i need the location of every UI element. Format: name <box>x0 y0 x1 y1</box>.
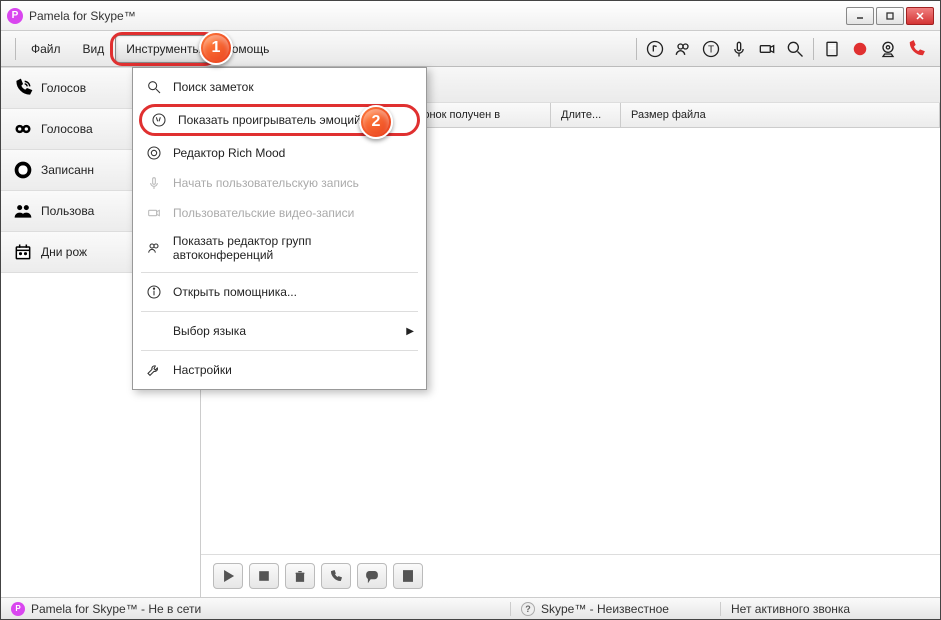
wrench-icon <box>145 361 163 379</box>
callout-badge-1: 1 <box>199 31 233 65</box>
app-status-icon: P <box>11 602 25 616</box>
note-button[interactable] <box>393 563 423 589</box>
maximize-button[interactable] <box>876 7 904 25</box>
menu-view[interactable]: Вид <box>72 35 116 63</box>
menu-label: Поиск заметок <box>173 80 254 94</box>
play-button[interactable] <box>213 563 243 589</box>
titlebar: P Pamela for Skype™ <box>1 1 940 31</box>
group-icon <box>145 239 163 257</box>
menu-user-video-records: Пользовательские видео-записи <box>133 198 426 228</box>
menu-label: Показать редактор групп автоконференций <box>173 234 414 262</box>
app-icon: P <box>7 8 23 24</box>
menubar: Файл Вид Инструменты Помощь T <box>1 31 940 67</box>
search-icon <box>145 78 163 96</box>
menu-label: Редактор Rich Mood <box>173 146 285 160</box>
info-icon <box>145 283 163 301</box>
menu-search-notes[interactable]: Поиск заметок <box>133 72 426 102</box>
minimize-button[interactable] <box>846 7 874 25</box>
window-title: Pamela for Skype™ <box>29 9 846 23</box>
delete-button[interactable] <box>285 563 315 589</box>
col-file-size[interactable]: Размер файла <box>621 103 940 127</box>
menu-label: Пользовательские видео-записи <box>173 206 354 220</box>
call-status-text: Нет активного звонка <box>731 602 850 616</box>
sidebar-label: Дни рож <box>41 245 87 259</box>
sidebar-label: Пользова <box>41 204 94 218</box>
menu-rich-mood-editor[interactable]: Редактор Rich Mood <box>133 138 426 168</box>
menu-label: Показать проигрыватель эмоций <box>178 113 361 127</box>
microphone-icon <box>145 174 163 192</box>
emotion-icon <box>150 111 168 129</box>
menu-conf-group-editor[interactable]: Показать редактор групп автоконференций <box>133 228 426 268</box>
callout-badge-2: 2 <box>359 105 393 139</box>
menu-label: Начать пользовательскую запись <box>173 176 359 190</box>
menu-language-select[interactable]: Выбор языка ▶ <box>133 316 426 346</box>
microphone-icon[interactable] <box>725 35 753 63</box>
call-button[interactable] <box>321 563 351 589</box>
skype-status-text: Skype™ - Неизвестное <box>541 602 669 616</box>
camera-icon <box>145 204 163 222</box>
mood-icon <box>145 144 163 162</box>
menu-open-assistant[interactable]: Открыть помощника... <box>133 277 426 307</box>
sidebar-label: Голосова <box>41 122 93 136</box>
camera-icon[interactable] <box>753 35 781 63</box>
col-duration[interactable]: Длите... <box>551 103 621 127</box>
sidebar-label: Записанн <box>41 163 94 177</box>
sidebar-label: Голосов <box>41 81 86 95</box>
close-button[interactable] <box>906 7 934 25</box>
blank-icon <box>145 322 163 340</box>
skype-status-icon: ? <box>521 602 535 616</box>
search-icon[interactable] <box>781 35 809 63</box>
webcam-icon[interactable] <box>874 35 902 63</box>
group-icon[interactable] <box>669 35 697 63</box>
menu-label: Открыть помощника... <box>173 285 297 299</box>
text-icon[interactable]: T <box>697 35 725 63</box>
menu-label: Выбор языка <box>173 324 246 338</box>
phone-icon[interactable] <box>902 35 930 63</box>
svg-text:T: T <box>708 44 714 55</box>
notes-icon[interactable] <box>818 35 846 63</box>
record-icon[interactable] <box>846 35 874 63</box>
chat-button[interactable] <box>357 563 387 589</box>
menu-settings[interactable]: Настройки <box>133 355 426 385</box>
menu-start-user-record: Начать пользовательскую запись <box>133 168 426 198</box>
menu-file[interactable]: Файл <box>20 35 72 63</box>
bottom-toolbar <box>201 554 940 597</box>
stop-button[interactable] <box>249 563 279 589</box>
submenu-arrow-icon: ▶ <box>406 326 414 337</box>
statusbar: P Pamela for Skype™ - Не в сети ? Skype™… <box>1 597 940 619</box>
menu-tools[interactable]: Инструменты <box>115 35 212 63</box>
menu-label: Настройки <box>173 363 232 377</box>
music-note-icon[interactable] <box>641 35 669 63</box>
app-status-text: Pamela for Skype™ - Не в сети <box>31 602 201 616</box>
